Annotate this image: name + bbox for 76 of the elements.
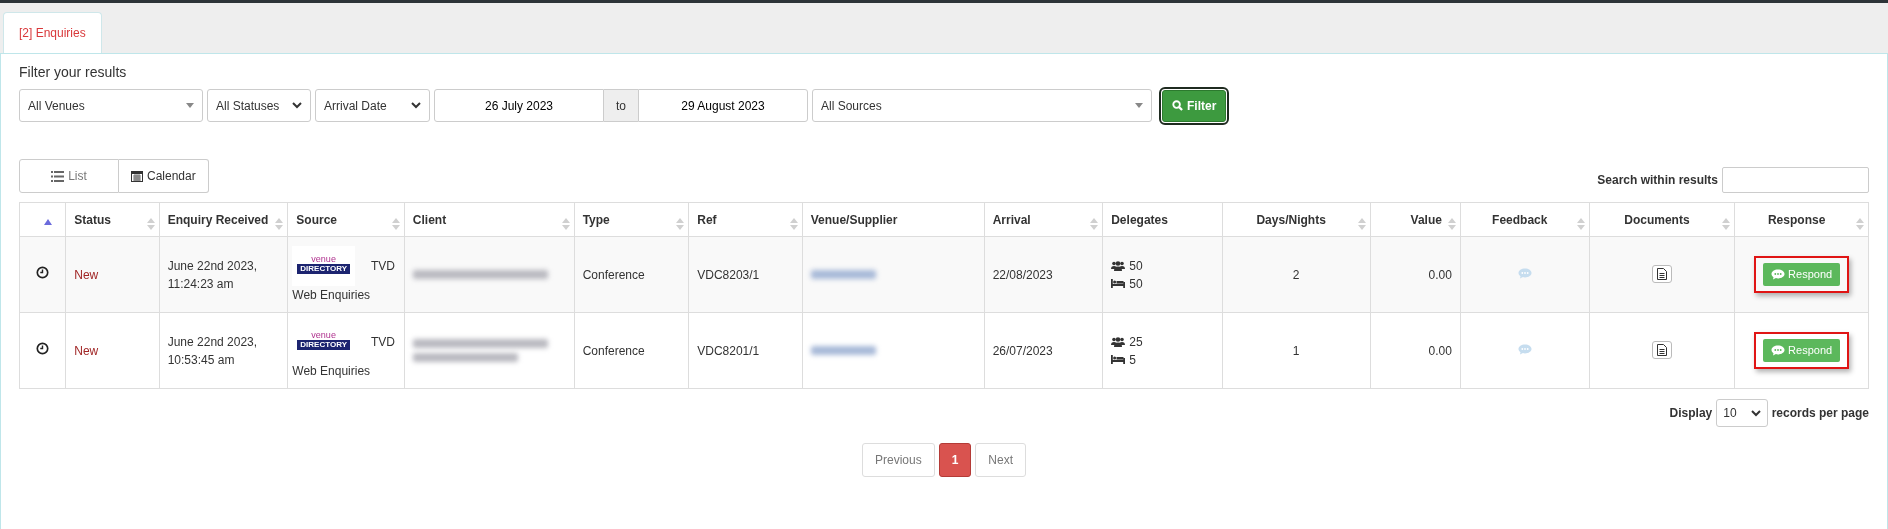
column-header[interactable]: Status — [74, 212, 111, 227]
redacted-text — [810, 269, 876, 279]
comment-icon — [1771, 345, 1786, 356]
comment-icon[interactable] — [1517, 343, 1532, 355]
type-text: Conference — [582, 343, 645, 358]
rooms-count: 50 — [1129, 275, 1143, 293]
search-label: Search within results — [1597, 172, 1718, 189]
to-label: to — [604, 89, 638, 122]
document-icon — [1656, 343, 1667, 356]
dropdown-caret-icon — [1135, 103, 1143, 108]
column-header[interactable]: Source — [296, 212, 337, 227]
tab[interactable]: [2] Enquiries — [3, 12, 102, 53]
column-header[interactable]: Arrival — [992, 212, 1031, 227]
redacted-text — [810, 345, 876, 355]
days-count: 1 — [1292, 343, 1300, 358]
column-header[interactable]: Response — [1767, 212, 1826, 227]
chevron-down-icon — [1750, 409, 1761, 417]
column-header[interactable]: Value — [1410, 212, 1442, 227]
source-code: TVD — [370, 257, 395, 275]
view-button[interactable]: List — [19, 159, 119, 193]
date-type-select[interactable]: Arrival Date — [315, 89, 430, 122]
reference-text: VDC8203/1 — [697, 267, 760, 282]
dropdown-caret-icon — [186, 103, 194, 108]
display-label: Display — [1669, 405, 1713, 422]
bed-icon — [1111, 279, 1126, 288]
view-button[interactable]: Calendar — [119, 159, 209, 193]
clock-icon — [36, 265, 50, 279]
date-text: 26/07/2023 — [992, 343, 1053, 358]
days-count: 2 — [1292, 267, 1300, 282]
section-heading: Filter your results — [19, 63, 127, 82]
comment-icon[interactable] — [1517, 267, 1532, 279]
page-size-select[interactable]: 10 — [1716, 399, 1768, 427]
column-header[interactable]: Documents — [1624, 212, 1690, 227]
value-text: 0.00 — [1428, 267, 1452, 282]
document-icon — [1656, 267, 1667, 280]
column-header[interactable]: Client — [412, 212, 447, 227]
status-select[interactable]: All Statuses — [207, 89, 311, 122]
column-header[interactable]: Feedback — [1492, 212, 1548, 227]
filter-button[interactable]: Filter — [1162, 89, 1227, 122]
column-header[interactable]: Ref — [697, 212, 717, 227]
date-field[interactable]: 26 July 2023 — [434, 89, 604, 122]
chevron-down-icon — [411, 102, 421, 109]
source-text: Web Enquiries — [292, 362, 372, 380]
date-time-text: June 22nd 2023, 10:53:45 am — [167, 334, 258, 367]
list-icon — [51, 170, 65, 182]
search-field[interactable] — [1722, 167, 1869, 193]
source-select[interactable]: All Sources — [812, 89, 1152, 122]
document-button[interactable] — [1651, 340, 1672, 359]
date-field[interactable]: 29 August 2023 — [638, 89, 808, 122]
delegates-count: 50 — [1129, 257, 1143, 275]
page-button[interactable]: 1 — [938, 443, 972, 477]
value-text: 0.00 — [1428, 343, 1452, 358]
column-header[interactable]: Type — [582, 212, 610, 227]
venue-select[interactable]: All Venues — [19, 89, 203, 122]
bed-icon — [1111, 355, 1126, 364]
reference-text: VDC8201/1 — [697, 343, 760, 358]
source-code: TVD — [370, 333, 395, 351]
document-button[interactable] — [1651, 264, 1672, 283]
clock-icon — [36, 341, 50, 355]
calendar-icon — [131, 170, 143, 182]
comment-icon — [1771, 269, 1786, 280]
source-text: Web Enquiries — [292, 286, 372, 304]
date-time-text: June 22nd 2023, 11:24:23 am — [167, 258, 258, 291]
date-text: 22/08/2023 — [992, 267, 1053, 282]
search-icon — [1172, 100, 1183, 111]
type-text: Conference — [582, 267, 645, 282]
next-button[interactable]: Next — [975, 443, 1027, 477]
status-text: New — [74, 267, 99, 282]
people-icon — [1111, 260, 1126, 271]
records-label: records per page — [1771, 405, 1869, 422]
rooms-count: 5 — [1129, 351, 1136, 369]
people-icon — [1111, 336, 1126, 347]
status-text: New — [74, 343, 99, 358]
chevron-down-icon — [292, 102, 302, 109]
previous-button[interactable]: Previous — [861, 443, 935, 477]
delegates-count: 25 — [1129, 333, 1143, 351]
